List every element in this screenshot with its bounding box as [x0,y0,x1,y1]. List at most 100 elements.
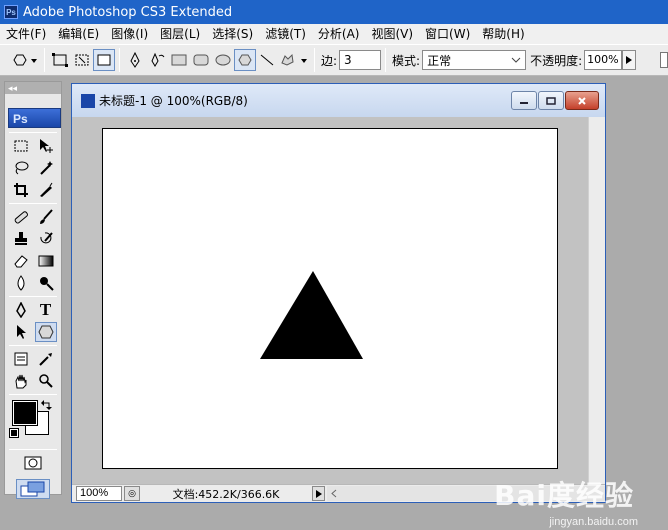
history-brush-icon [39,232,53,244]
color-swatches [5,397,61,447]
line-option[interactable] [256,49,278,71]
magic-wand-icon [39,161,53,175]
pen-tool[interactable] [10,300,32,320]
polygon-icon [37,325,54,339]
brush-tool[interactable] [35,207,57,227]
paths-button[interactable] [71,49,93,71]
minimize-button[interactable] [511,91,537,110]
history-brush-tool[interactable] [35,229,57,249]
lasso-tool[interactable] [10,158,32,178]
menu-edit[interactable]: 编辑(E) [52,24,105,44]
screen-mode-icon [20,481,45,497]
zoom-tool[interactable] [35,371,57,391]
document-title: 未标题-1 @ 100%(RGB/8) [99,94,248,108]
photoshop-logo[interactable]: Ps [8,108,61,128]
watermark-logo: Bai度经验 [494,479,634,512]
arrow-right-icon [315,489,322,498]
default-colors-icon[interactable] [9,428,19,438]
opacity-slider-button[interactable] [622,50,637,70]
shape-layers-button[interactable] [49,49,71,71]
options-bar: 边: 3 模式: 正常 不透明度: 100% [0,44,668,76]
document-info: 文档:452.2K/366.6K [172,487,280,501]
path-selection-tool[interactable] [10,322,32,342]
gradient-tool[interactable] [35,251,57,271]
status-preview-button[interactable]: ◎ [124,486,140,501]
sides-label: 边: [321,53,338,68]
quick-mask-button[interactable] [22,453,44,473]
chevron-down-icon [511,57,521,63]
notes-tool[interactable] [10,349,32,369]
tool-preset-picker[interactable] [10,49,40,71]
triangle-shape [260,271,363,359]
crop-tool[interactable] [10,180,32,200]
divider [9,394,57,395]
menu-filter[interactable]: 滤镜(T) [259,24,312,44]
divider [9,203,57,204]
freeform-pen-option[interactable] [146,49,168,71]
menu-window[interactable]: 窗口(W) [419,24,476,44]
swap-colors-icon[interactable] [41,399,53,411]
menu-select[interactable]: 选择(S) [206,24,259,44]
menu-file[interactable]: 文件(F) [0,24,52,44]
close-button[interactable] [565,91,599,110]
dodge-icon [39,277,54,291]
canvas-drawing [260,271,363,359]
mode-select[interactable]: 正常 [422,50,527,70]
close-icon [578,96,586,105]
move-tool[interactable] [35,136,57,156]
eraser-icon [13,255,28,268]
fill-pixels-button[interactable] [93,49,115,71]
marquee-tool[interactable] [10,136,32,156]
polygon-option[interactable] [234,49,256,71]
slice-tool[interactable] [35,180,57,200]
menu-help[interactable]: 帮助(H) [476,24,530,44]
hand-tool[interactable] [10,371,32,391]
custom-shape-option[interactable] [278,49,310,71]
line-icon [260,54,274,66]
app-title: Adobe Photoshop CS3 Extended [23,4,233,20]
pen-tool-option[interactable] [124,49,146,71]
type-icon: T [39,300,52,319]
document-canvas-area [72,117,605,485]
opacity-input[interactable]: 100% [584,50,623,70]
droplet-icon [17,275,24,291]
clone-stamp-tool[interactable] [10,229,32,249]
menu-layer[interactable]: 图层(L) [154,24,206,44]
toolbox-grip[interactable]: ◂◂ [5,82,61,94]
image-canvas[interactable] [102,128,558,469]
polygon-tool[interactable] [34,322,57,342]
sides-input[interactable]: 3 [339,50,382,70]
polygon-icon [238,54,252,66]
watermark-url: jingyan.baidu.com [549,516,638,528]
divider [385,48,387,72]
antialias-checkbox[interactable] [660,52,668,68]
document-icon [81,93,95,108]
rectangle-shape-option[interactable] [168,49,190,71]
brush-icon [39,209,53,224]
vertical-scrollbar[interactable] [588,117,605,485]
shape-layers-icon [52,53,68,67]
menu-analysis[interactable]: 分析(A) [312,24,366,44]
eraser-tool[interactable] [10,251,32,271]
menu-image[interactable]: 图像(I) [105,24,154,44]
dodge-tool[interactable] [35,273,57,293]
eyedropper-tool[interactable] [35,349,57,369]
type-tool[interactable]: T [35,300,57,320]
zoom-level-field[interactable]: 100% [76,486,122,501]
magic-wand-tool[interactable] [35,158,57,178]
ellipse-option[interactable] [212,49,234,71]
status-menu-arrow[interactable] [312,486,325,501]
gradient-icon [38,255,53,267]
photoshop-app-icon: Ps [4,5,18,19]
menu-view[interactable]: 视图(V) [365,24,419,44]
bandage-icon [14,211,28,224]
maximize-button[interactable] [538,91,564,110]
blur-tool[interactable] [10,273,32,293]
healing-brush-tool[interactable] [10,207,32,227]
foreground-color-swatch[interactable] [12,400,38,426]
screen-mode-button[interactable] [16,479,50,499]
rounded-rectangle-icon [193,54,209,66]
minimize-icon [520,101,528,104]
document-title-bar[interactable]: 未标题-1 @ 100%(RGB/8) [72,84,605,117]
rounded-rectangle-option[interactable] [190,49,212,71]
